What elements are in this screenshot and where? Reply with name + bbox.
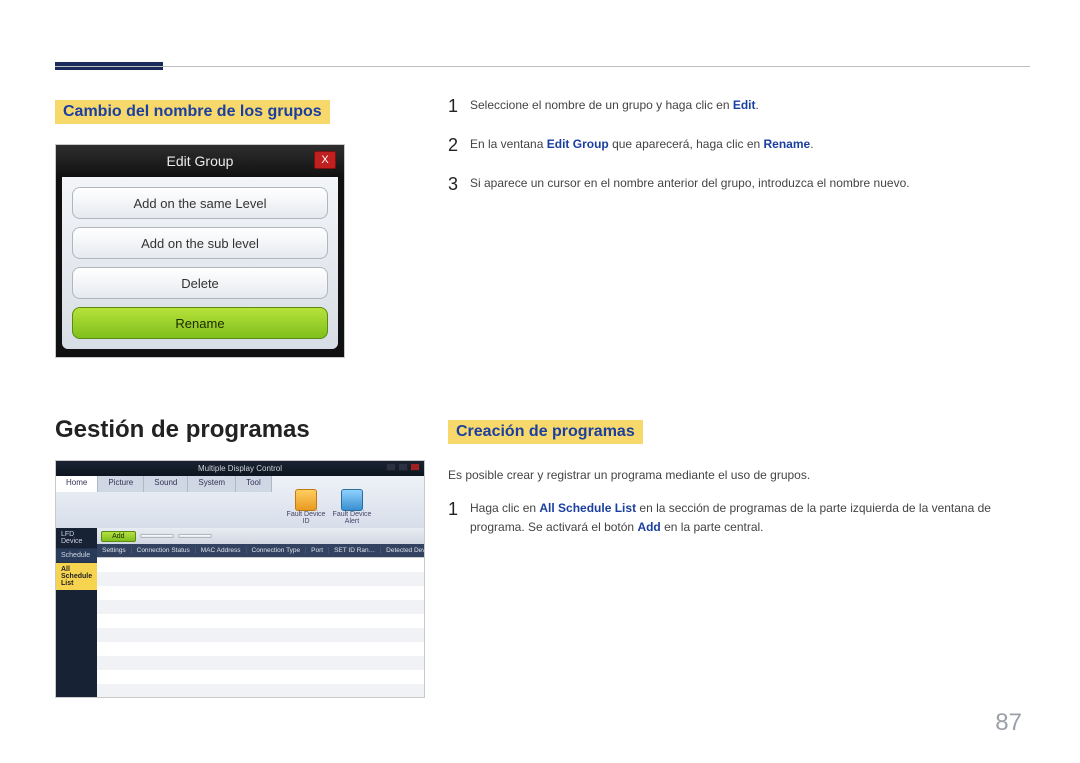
step-number: 1	[448, 499, 470, 520]
step-3: 3 Si aparece un cursor en el nombre ante…	[448, 174, 1028, 195]
column-headers: Settings Connection Status MAC Address C…	[97, 544, 425, 557]
dialog-title-text: Edit Group	[167, 153, 234, 169]
app-body: LFD Device Schedule All Schedule List Ad…	[56, 528, 424, 698]
step-1: 1 Haga clic en All Schedule List en la s…	[448, 499, 1028, 537]
col-conn-type: Connection Type	[247, 547, 307, 554]
minimize-icon[interactable]	[386, 463, 396, 471]
keyword-add: Add	[637, 520, 660, 534]
keyword-edit: Edit	[733, 98, 756, 112]
ribbon-label: Fault Device Alert	[332, 511, 372, 525]
tab-sound[interactable]: Sound	[144, 476, 188, 492]
col-mac: MAC Address	[196, 547, 247, 554]
app-titlebar: Multiple Display Control	[56, 461, 424, 476]
section2-right: Creación de programas Es posible crear y…	[448, 420, 1028, 556]
close-icon[interactable]: X	[314, 151, 336, 169]
step-text: Haga clic en All Schedule List en la sec…	[470, 499, 1028, 537]
close-icon[interactable]	[410, 463, 420, 471]
col-detected: Detected Devices	[381, 547, 425, 554]
app-main: Add Settings Connection Status MAC Addre…	[97, 528, 425, 698]
keyword-edit-group: Edit Group	[547, 137, 609, 151]
sidebar-item-schedule[interactable]: Schedule	[56, 549, 97, 563]
fault-device-id-icon[interactable]	[295, 489, 317, 511]
header-rule	[55, 66, 1030, 67]
dialog-body: Add on the same Level Add on the sub lev…	[62, 177, 338, 349]
step-2: 2 En la ventana Edit Group que aparecerá…	[448, 135, 1028, 156]
toolbar-button[interactable]	[140, 534, 174, 538]
step-1: 1 Seleccione el nombre de un grupo y hag…	[448, 96, 1028, 117]
step-text: Seleccione el nombre de un grupo y haga …	[470, 96, 1028, 115]
section1-steps: 1 Seleccione el nombre de un grupo y hag…	[448, 96, 1028, 213]
step-number: 1	[448, 96, 470, 117]
step-text: En la ventana Edit Group que aparecerá, …	[470, 135, 1028, 154]
col-port: Port	[306, 547, 329, 554]
ribbon-tabs: Home Picture Sound System Tool	[56, 476, 272, 492]
keyword-rename: Rename	[764, 137, 811, 151]
page-number: 87	[995, 709, 1022, 737]
add-same-level-button[interactable]: Add on the same Level	[72, 187, 328, 219]
rename-button[interactable]: Rename	[72, 307, 328, 339]
tab-picture[interactable]: Picture	[98, 476, 144, 492]
step-text: Si aparece un cursor en el nombre anteri…	[470, 174, 1028, 193]
section1-left: Cambio del nombre de los grupos Edit Gro…	[55, 100, 425, 358]
subheading-rename-groups: Cambio del nombre de los grupos	[55, 100, 330, 124]
fault-device-alert-icon[interactable]	[341, 489, 363, 511]
step-number: 2	[448, 135, 470, 156]
toolbar-button[interactable]	[178, 534, 212, 538]
app-title-text: Multiple Display Control	[198, 464, 282, 473]
subheading-create-programs: Creación de programas	[448, 420, 643, 444]
edit-group-dialog: Edit Group X Add on the same Level Add o…	[55, 144, 345, 358]
section2-left: Gestión de programas Multiple Display Co…	[55, 416, 425, 698]
app-screenshot: Multiple Display Control Home Picture So…	[55, 460, 425, 698]
ribbon: Home Picture Sound System Tool Fault Dev…	[56, 476, 424, 528]
col-connection-status: Connection Status	[132, 547, 196, 554]
ribbon-label: Fault Device ID	[286, 511, 326, 525]
keyword-all-schedule-list: All Schedule List	[539, 501, 636, 515]
sidebar-all-schedule-list[interactable]: All Schedule List	[56, 563, 97, 590]
intro-text: Es posible crear y registrar un programa…	[448, 466, 1028, 485]
tab-tool[interactable]: Tool	[236, 476, 272, 492]
tab-system[interactable]: System	[188, 476, 236, 492]
col-set-id: SET ID Ran…	[329, 547, 381, 554]
step-number: 3	[448, 174, 470, 195]
sidebar: LFD Device Schedule All Schedule List	[56, 528, 97, 698]
sidebar-item-lfd-device[interactable]: LFD Device	[56, 528, 97, 549]
delete-button[interactable]: Delete	[72, 267, 328, 299]
col-settings: Settings	[97, 547, 132, 554]
ribbon-group-fault-id: Fault Device ID	[286, 489, 326, 525]
window-buttons	[386, 463, 420, 471]
dialog-title: Edit Group X	[56, 145, 344, 177]
add-button[interactable]: Add	[101, 531, 135, 542]
main-toolbar: Add	[97, 528, 425, 544]
maximize-icon[interactable]	[398, 463, 408, 471]
heading-gestion-programas: Gestión de programas	[55, 416, 425, 444]
tab-home[interactable]: Home	[56, 476, 98, 492]
add-sub-level-button[interactable]: Add on the sub level	[72, 227, 328, 259]
ribbon-body: Fault Device ID Fault Device Alert	[286, 489, 372, 525]
ribbon-group-fault-alert: Fault Device Alert	[332, 489, 372, 525]
data-grid[interactable]	[97, 557, 425, 698]
